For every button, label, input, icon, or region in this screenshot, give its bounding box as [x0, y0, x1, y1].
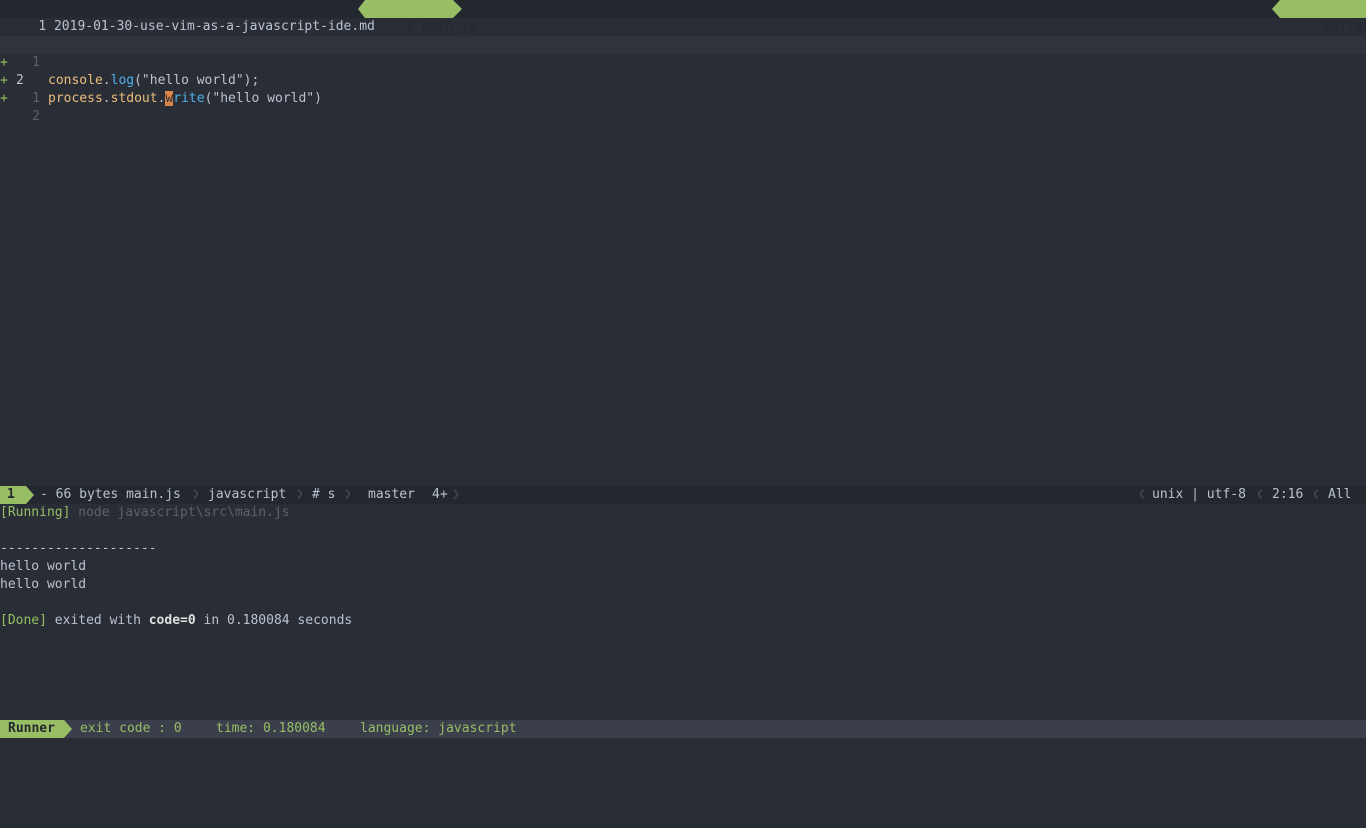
token-punct: . [102, 91, 111, 106]
cursor-position: 2:16 [1272, 487, 1304, 502]
git-changes: 4+ [432, 487, 448, 502]
done-prefix: exited with [54, 613, 149, 628]
editor-line[interactable]: + 1 console.log("hello world"); [0, 18, 1366, 88]
buffers-label[interactable]: Buffers [1280, 0, 1366, 34]
window-number: 1 [0, 486, 26, 504]
file-format: unix | utf-8 [1152, 487, 1246, 502]
output-separator: -------------------- [0, 541, 157, 556]
running-tag: [Running] [0, 505, 71, 520]
segment-arrow [64, 720, 72, 738]
editor-line-current[interactable]: + 2 process.stdout.write("hello world") [0, 36, 1366, 106]
tab-main-js[interactable]: 2 main.js [365, 0, 477, 34]
tab-markdown-file[interactable]: 1 2019-01-30-use-vim-as-a-javascript-ide… [0, 0, 375, 34]
segment-divider: ❯ [452, 487, 460, 502]
output-line: hello world [0, 559, 87, 574]
git-branch: master [368, 487, 415, 502]
done-suffix: in 0.180084 seconds [195, 613, 353, 628]
tabline: 1 2019-01-30-use-vim-as-a-javascript-ide… [0, 0, 1366, 34]
segment-divider: ❯ [344, 487, 352, 502]
segment-divider: ❮ [1256, 487, 1264, 502]
done-line: [Done] exited with code=0 in 0.180084 se… [0, 612, 352, 630]
code-text: process.stdout.write("hello world") [48, 90, 322, 108]
file-info: - 66 bytes main.js [40, 487, 181, 502]
segment-arrow [26, 486, 34, 504]
mode-info: # s [312, 487, 336, 502]
editor-line[interactable]: + 2 [0, 72, 1366, 124]
token-args: ("hello world") [204, 91, 322, 106]
runner-label: Runner [0, 720, 64, 738]
segment-divider: ❮ [1138, 487, 1146, 502]
done-tag: [Done] [0, 613, 47, 628]
segment-divider: ❯ [296, 487, 304, 502]
output-line: hello world [0, 577, 87, 592]
token-property: stdout [110, 91, 158, 106]
tab-separator [453, 0, 462, 18]
runner-time: time: 0.180084 [216, 721, 326, 736]
line-number: 2 [32, 109, 40, 124]
runner-language: language: javascript [360, 721, 517, 736]
runner-statusbar: Runner exit code : 0 time: 0.180084 lang… [0, 720, 1366, 738]
scroll-position: All [1328, 487, 1352, 502]
token-object: process [48, 91, 103, 106]
git-sign: + [0, 91, 8, 106]
filetype: javascript [208, 487, 287, 502]
tab-separator [358, 0, 365, 18]
run-command: node javascript\src\main.js [78, 505, 290, 520]
running-line: [Running] node javascript\src\main.js [0, 504, 290, 522]
exit-code: code=0 [148, 613, 196, 628]
token-function: rite [173, 91, 205, 106]
runner-exit-code: exit code : 0 [80, 721, 182, 736]
segment-divider: ❮ [1312, 487, 1320, 502]
buffers-separator [1272, 0, 1280, 18]
editor-line[interactable]: + 1 [0, 54, 1366, 106]
segment-divider: ❯ [192, 487, 200, 502]
statusline: 1 - 66 bytes main.js ❯ javascript ❯ # s … [0, 486, 1366, 504]
